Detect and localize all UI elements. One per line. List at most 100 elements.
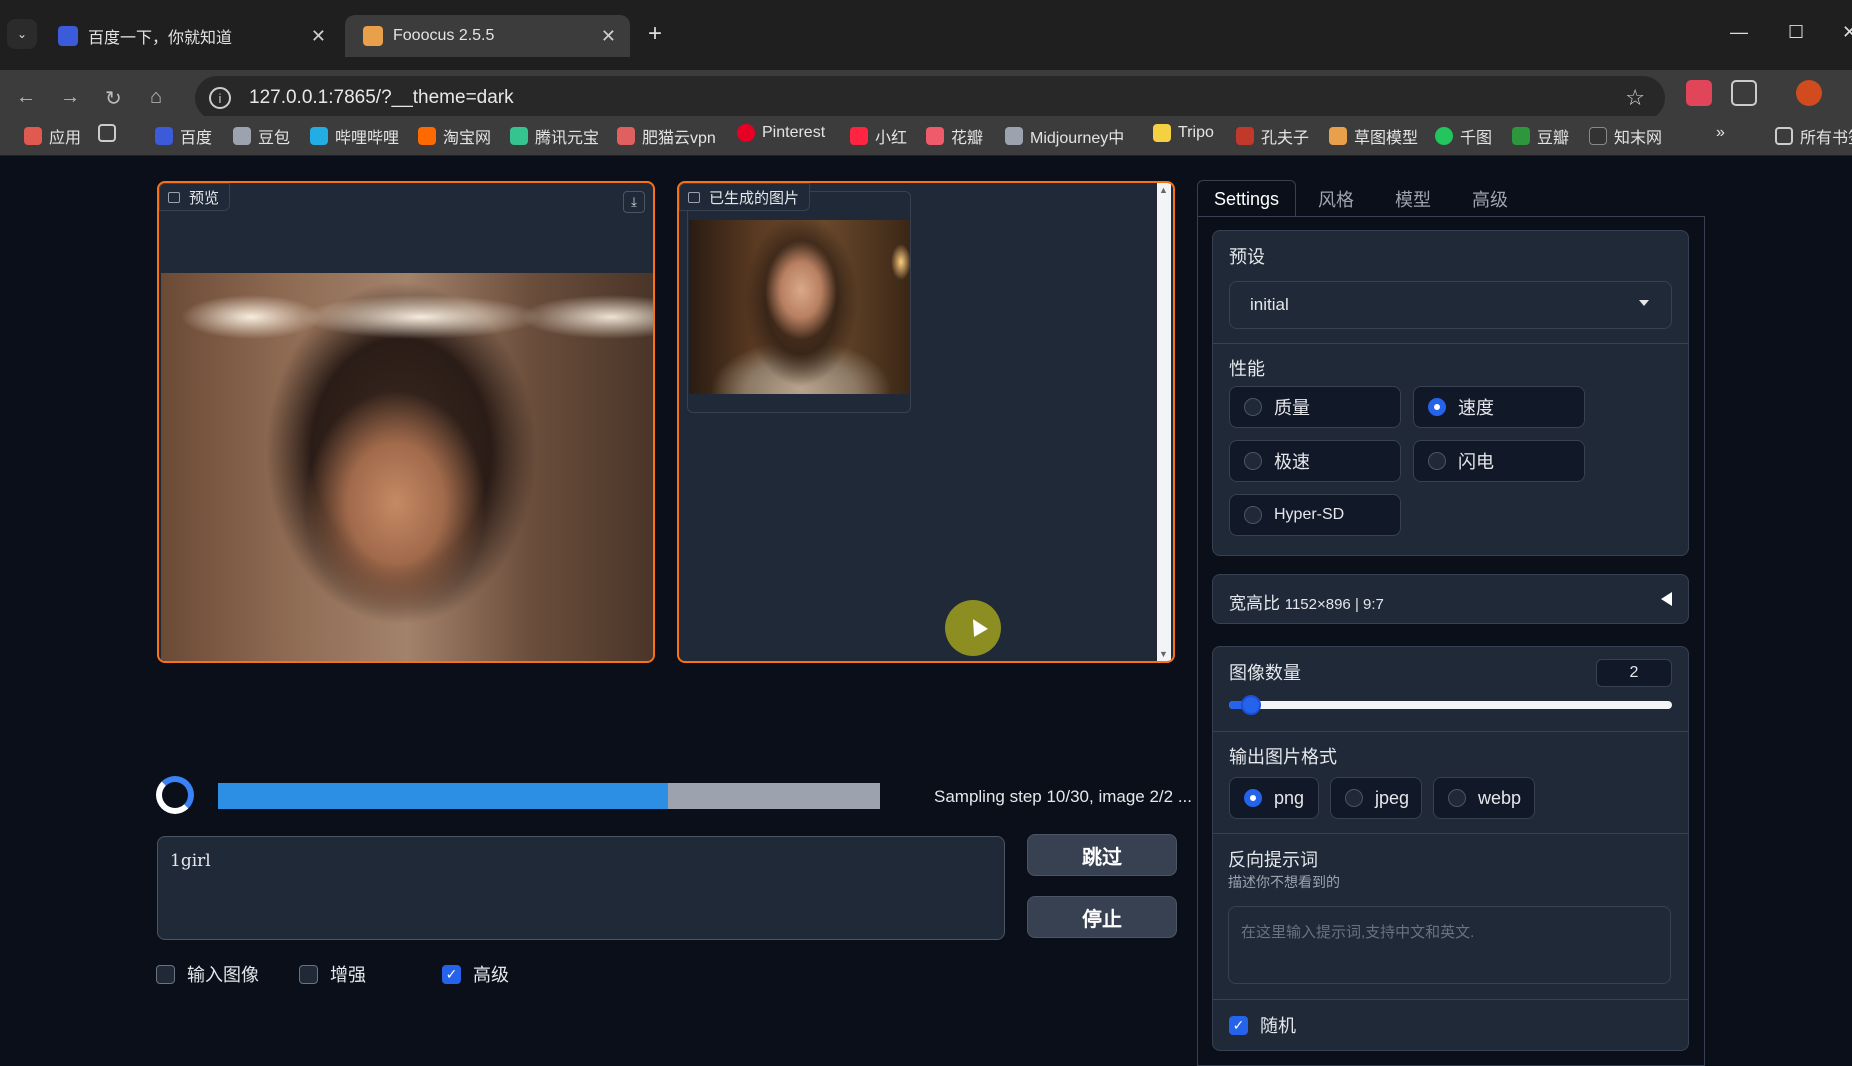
performance-hypersd-radio[interactable]: Hyper-SD <box>1229 494 1401 536</box>
image-count-slider[interactable] <box>1229 695 1672 715</box>
expand-triangle-icon[interactable] <box>1661 592 1672 606</box>
negative-prompt-hint: 描述你不想看到的 <box>1228 874 1340 890</box>
checkbox-box[interactable] <box>156 964 175 984</box>
translate-extension-icon[interactable] <box>1686 80 1712 106</box>
performance-extreme-speed-radio[interactable]: 极速 <box>1229 440 1401 482</box>
sketch-model-icon <box>1329 127 1347 145</box>
fooocus-favicon-icon <box>363 26 383 46</box>
back-icon[interactable]: ← <box>16 86 36 109</box>
bookmark-item[interactable]: 小红 <box>850 124 907 148</box>
bookmark-item[interactable]: 淘宝网 <box>418 124 491 148</box>
format-webp-radio[interactable]: webp <box>1433 777 1535 819</box>
tab-settings[interactable]: Settings <box>1197 180 1297 217</box>
radio-dot[interactable] <box>1428 452 1446 470</box>
slider-thumb[interactable] <box>1241 695 1262 715</box>
check-icon[interactable]: ✓ <box>1229 1015 1248 1035</box>
taobao-icon <box>418 127 436 145</box>
tab-model[interactable]: 模型 <box>1379 180 1447 217</box>
advanced-checkbox[interactable]: ✓ 高级 <box>442 961 509 987</box>
enhance-checkbox[interactable]: 增强 <box>299 961 366 987</box>
bookmark-star-icon[interactable]: ☆ <box>1625 85 1645 111</box>
more-bookmarks-icon[interactable]: » <box>1716 124 1725 142</box>
bookmark-item[interactable]: 孔夫子 <box>1236 124 1309 148</box>
extensions-puzzle-icon[interactable] <box>1731 80 1757 106</box>
gallery-panel: 已生成的图片 ▲ ▼ <box>677 181 1175 663</box>
minimize-icon[interactable]: — <box>1730 22 1748 43</box>
settings-tabs: Settings 风格 模型 高级 <box>1197 180 1705 217</box>
bookmark-apps[interactable]: 应用 <box>24 124 81 148</box>
performance-quality-radio[interactable]: 质量 <box>1229 386 1401 428</box>
bookmark-item[interactable]: 肥猫云vpn <box>617 124 716 148</box>
tab-search-button[interactable]: ⌄ <box>7 19 37 49</box>
profile-avatar[interactable] <box>1796 80 1822 106</box>
tab-title: 百度一下，你就知道 <box>88 30 233 47</box>
radio-dot[interactable] <box>1448 789 1466 807</box>
scroll-up-icon[interactable]: ▲ <box>1159 185 1168 195</box>
radio-dot[interactable] <box>1244 789 1262 807</box>
bookmark-item[interactable]: Tripo <box>1153 124 1214 142</box>
generated-image[interactable] <box>689 220 910 394</box>
radio-dot[interactable] <box>1428 398 1446 416</box>
output-format-label: 输出图片格式 <box>1229 747 1337 767</box>
image-count-input[interactable]: 2 <box>1596 659 1672 687</box>
preset-performance-block: 预设 initial 性能 质量 速度 极速 闪电 Hyper-SD <box>1212 230 1689 556</box>
new-tab-icon[interactable]: + <box>648 20 662 48</box>
aspect-ratio-accordion[interactable]: 宽高比 1152×896 | 9:7 <box>1212 574 1689 624</box>
bookmark-item[interactable]: 豆瓣 <box>1512 124 1569 148</box>
download-icon[interactable]: ⤓ <box>623 191 645 213</box>
stop-button[interactable]: 停止 <box>1027 896 1177 938</box>
progress-bar <box>218 783 880 809</box>
bookmark-item[interactable]: 豆包 <box>233 124 290 148</box>
aspect-ratio-text: 宽高比 1152×896 | 9:7 <box>1229 594 1384 613</box>
maximize-icon[interactable]: ☐ <box>1788 22 1804 43</box>
apps-grid-icon <box>24 127 42 145</box>
bilibili-icon <box>310 127 328 145</box>
prompt-input[interactable]: 1girl <box>157 836 1005 940</box>
site-info-icon[interactable]: i <box>209 87 231 109</box>
close-tab-icon[interactable]: ✕ <box>601 26 616 47</box>
tripo-icon <box>1153 124 1171 142</box>
bookmark-item[interactable]: 知末网 <box>1589 124 1662 148</box>
bookmark-item[interactable]: Pinterest <box>737 124 825 142</box>
gallery-scrollbar[interactable]: ▲ ▼ <box>1157 183 1171 661</box>
performance-speed-radio[interactable]: 速度 <box>1413 386 1585 428</box>
radio-dot[interactable] <box>1244 506 1262 524</box>
forward-icon[interactable]: → <box>60 86 80 109</box>
bookmark-item[interactable]: 百度 <box>155 124 212 148</box>
check-icon[interactable]: ✓ <box>442 964 461 984</box>
input-image-checkbox[interactable]: 输入图像 <box>156 961 259 987</box>
random-seed-checkbox[interactable]: ✓ 随机 <box>1229 1012 1296 1038</box>
bookmark-item[interactable]: 千图 <box>1435 124 1492 148</box>
bookmark-item[interactable]: 腾讯元宝 <box>510 124 599 148</box>
format-png-radio[interactable]: png <box>1229 777 1319 819</box>
all-bookmarks-folder[interactable]: 所有书签 <box>1775 124 1852 148</box>
browser-tab-baidu[interactable]: 百度一下，你就知道 ✕ <box>40 15 340 57</box>
browser-tab-fooocus[interactable]: Fooocus 2.5.5 ✕ <box>345 15 630 57</box>
radio-dot[interactable] <box>1244 398 1262 416</box>
bookmark-grid[interactable] <box>98 124 123 142</box>
bookmark-item[interactable]: 花瓣 <box>926 124 983 148</box>
reload-icon[interactable]: ↻ <box>105 86 122 111</box>
format-jpeg-radio[interactable]: jpeg <box>1330 777 1422 819</box>
radio-dot[interactable] <box>1345 789 1363 807</box>
bookmark-item[interactable]: 草图模型 <box>1329 124 1418 148</box>
negative-prompt-label: 反向提示词 <box>1228 850 1318 870</box>
tab-advanced[interactable]: 高级 <box>1456 180 1524 217</box>
checkbox-box[interactable] <box>299 964 318 984</box>
tab-style[interactable]: 风格 <box>1302 180 1370 217</box>
preset-dropdown[interactable]: initial <box>1229 281 1672 329</box>
bookmark-item[interactable]: 哔哩哔哩 <box>310 124 399 148</box>
close-tab-icon[interactable]: ✕ <box>311 26 326 47</box>
skip-button[interactable]: 跳过 <box>1027 834 1177 876</box>
radio-dot[interactable] <box>1244 452 1262 470</box>
negative-prompt-input[interactable]: 在这里输入提示词,支持中文和英文. <box>1228 906 1671 984</box>
bookmark-item[interactable]: Midjourney中 <box>1005 124 1124 148</box>
close-window-icon[interactable]: ✕ <box>1842 22 1852 43</box>
performance-lightning-radio[interactable]: 闪电 <box>1413 440 1585 482</box>
performance-label: 性能 <box>1229 359 1265 379</box>
home-icon[interactable]: ⌂ <box>150 86 162 109</box>
image-icon <box>688 191 700 203</box>
scroll-down-icon[interactable]: ▼ <box>1159 649 1168 659</box>
gallery-thumbnail[interactable] <box>687 191 911 413</box>
address-bar[interactable]: i 127.0.0.1:7865/?__theme=dark ☆ <box>195 76 1665 120</box>
